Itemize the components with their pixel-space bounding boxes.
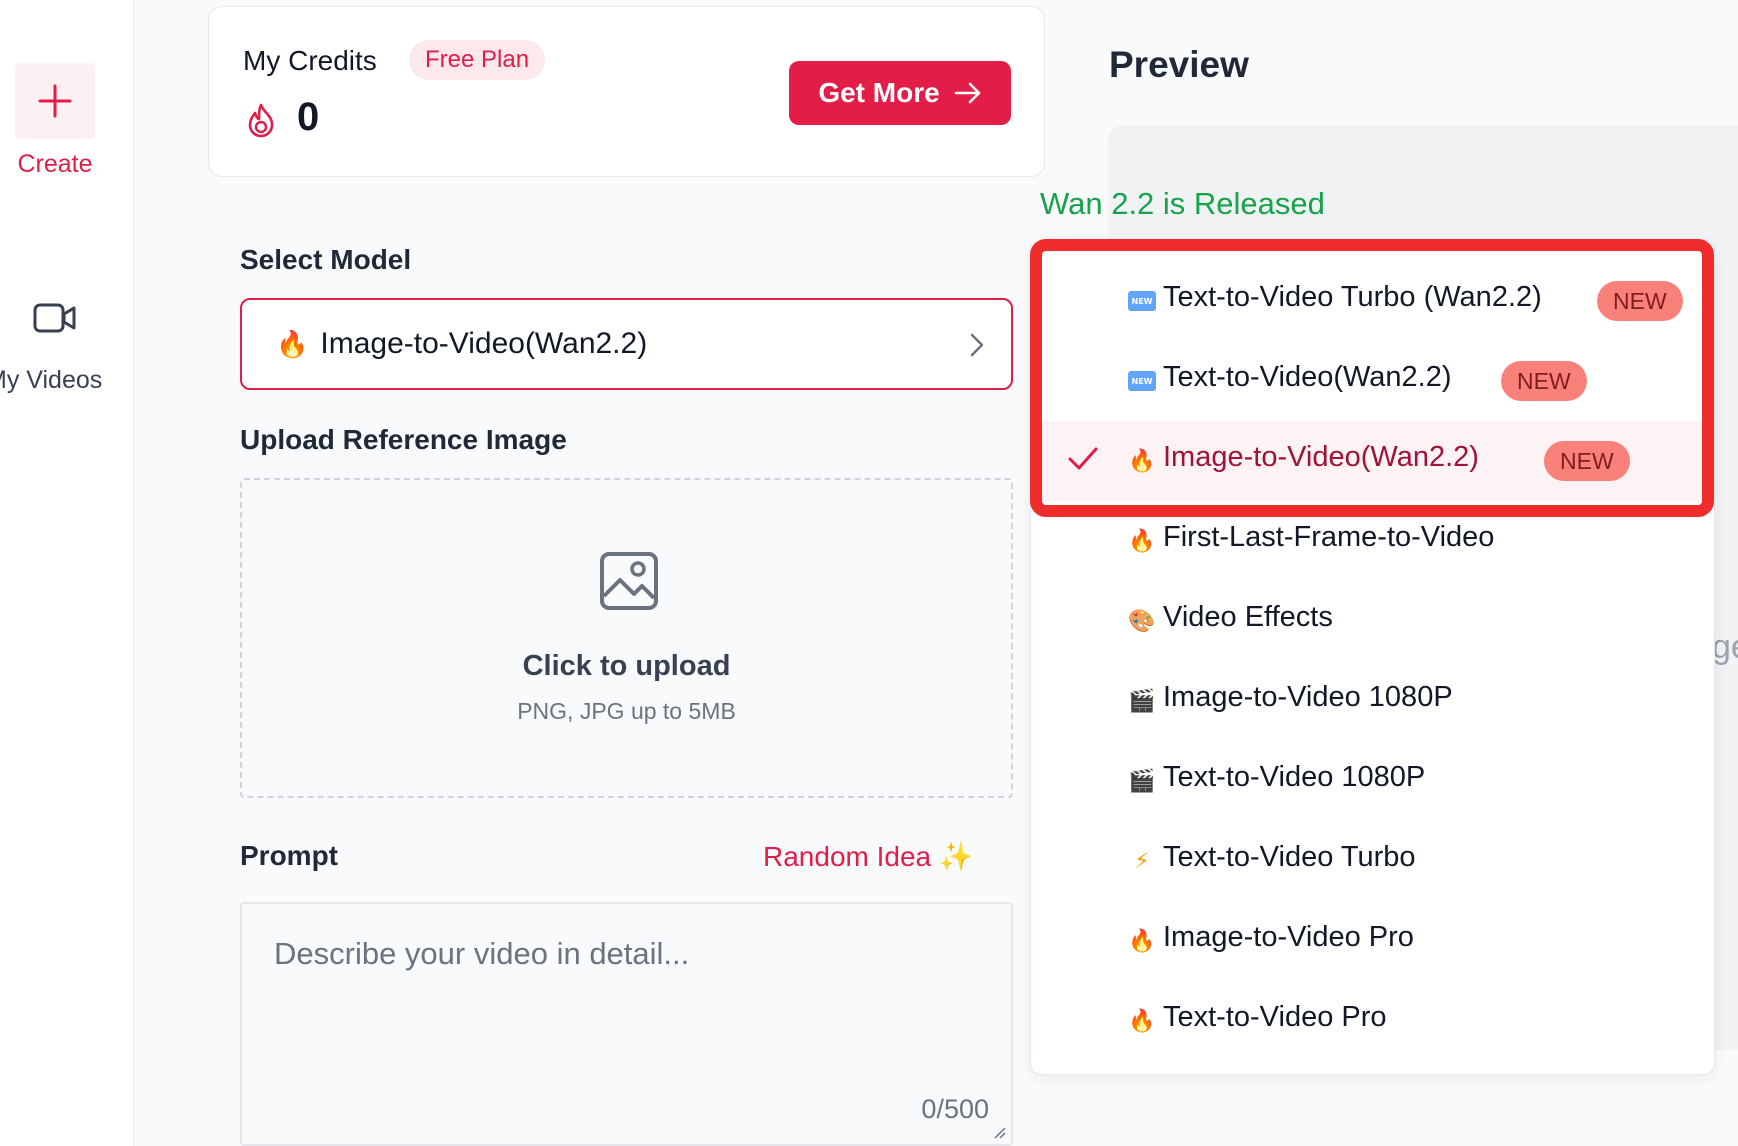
model-option[interactable]: NEW Text-to-Video Turbo (Wan2.2) NEW — [1031, 261, 1714, 341]
fire-icon: 🔥 — [1128, 1008, 1156, 1033]
fire-icon: 🔥 — [1128, 928, 1156, 953]
prompt-char-count: 0/500 — [921, 1094, 989, 1124]
flame-icon — [248, 103, 274, 138]
prompt-label: Prompt — [240, 840, 338, 871]
model-dropdown: NEW Text-to-Video Turbo (Wan2.2) NEW NEW… — [1030, 240, 1715, 1075]
model-option-label: Text-to-Video 1080P — [1163, 761, 1426, 793]
model-option-label: Image-to-Video Pro — [1163, 921, 1414, 953]
model-option-selected[interactable]: 🔥 Image-to-Video(Wan2.2) NEW — [1031, 421, 1714, 501]
model-option-label: Text-to-Video Turbo — [1163, 841, 1416, 873]
model-option[interactable]: 🎬 Image-to-Video 1080P — [1031, 661, 1714, 741]
clapper-icon: 🎬 — [1128, 688, 1156, 713]
model-option[interactable]: 🔥 First-Last-Frame-to-Video — [1031, 501, 1714, 581]
preview-title: Preview — [1109, 44, 1249, 85]
plan-badge: Free Plan — [409, 40, 546, 80]
random-idea-button[interactable]: Random Idea ✨ — [763, 840, 974, 873]
get-more-button[interactable]: Get More — [789, 61, 1011, 125]
model-option[interactable]: NEW Text-to-Video(Wan2.2) NEW — [1031, 341, 1714, 421]
model-option[interactable]: ⚡ Text-to-Video Turbo — [1031, 821, 1714, 901]
model-option-label: Image-to-Video 1080P — [1163, 681, 1453, 713]
preview-cut-text: ge — [1712, 628, 1738, 666]
model-option-label: First-Last-Frame-to-Video — [1163, 521, 1495, 553]
model-option-label: Text-to-Video(Wan2.2) — [1163, 361, 1452, 393]
get-more-label: Get More — [818, 77, 940, 108]
arrow-right-icon — [954, 82, 980, 104]
model-option-label: Video Effects — [1163, 601, 1333, 633]
model-option[interactable]: 🔥 Text-to-Video Pro — [1031, 981, 1714, 1061]
credits-value: 0 — [297, 95, 320, 139]
prompt-placeholder: Describe your video in detail... — [274, 936, 690, 971]
model-option[interactable]: 🎨 Video Effects — [1031, 581, 1714, 661]
model-option-label: Image-to-Video(Wan2.2) — [1163, 441, 1479, 473]
palette-icon: 🎨 — [1128, 608, 1156, 633]
fire-icon: 🔥 — [1128, 448, 1156, 473]
select-model-label: Select Model — [240, 244, 412, 275]
new-tag-icon: NEW — [1128, 367, 1156, 395]
fire-icon: 🔥 — [1128, 528, 1156, 553]
model-option[interactable]: 🔥 Image-to-Video Pro — [1031, 901, 1714, 981]
upload-label: Upload Reference Image — [240, 424, 567, 455]
resize-handle-icon[interactable] — [993, 1126, 1007, 1140]
create-label[interactable]: Create — [0, 150, 110, 179]
new-badge: NEW — [1501, 361, 1587, 401]
upload-title: Click to upload — [522, 650, 731, 682]
model-select[interactable]: 🔥 Image-to-Video(Wan2.2) — [240, 298, 1013, 390]
release-note: Wan 2.2 is Released — [1040, 186, 1325, 221]
my-videos-label[interactable]: My Videos — [0, 366, 102, 395]
create-button[interactable] — [15, 63, 95, 139]
sidebar: Create My Videos — [0, 0, 134, 1146]
chevron-right-icon — [970, 333, 984, 357]
new-tag-icon: NEW — [1128, 287, 1156, 315]
credits-card: My Credits Free Plan 0 Get More — [208, 6, 1045, 177]
fire-icon: 🔥 — [276, 328, 309, 359]
new-badge: NEW — [1544, 441, 1630, 481]
image-icon — [600, 552, 658, 610]
upload-dropzone[interactable]: Click to upload PNG, JPG up to 5MB — [240, 478, 1013, 798]
random-idea-label: Random Idea — [763, 841, 932, 872]
check-icon — [1068, 447, 1098, 470]
plus-icon — [38, 84, 72, 118]
upload-subtitle: PNG, JPG up to 5MB — [517, 698, 736, 724]
prompt-textarea[interactable]: Describe your video in detail... 0/500 — [240, 902, 1013, 1146]
lightning-icon: ⚡ — [1134, 848, 1150, 873]
model-option[interactable]: 🎬 Text-to-Video 1080P — [1031, 741, 1714, 821]
credits-title: My Credits — [243, 45, 377, 76]
clapper-icon: 🎬 — [1128, 768, 1156, 793]
model-option-label: Text-to-Video Pro — [1163, 1001, 1387, 1033]
video-camera-icon[interactable] — [33, 302, 77, 334]
sparkles-icon: ✨ — [938, 841, 974, 872]
selected-model-text: Image-to-Video(Wan2.2) — [320, 327, 648, 360]
new-badge: NEW — [1597, 281, 1683, 321]
model-option-label: Text-to-Video Turbo (Wan2.2) — [1163, 281, 1542, 313]
